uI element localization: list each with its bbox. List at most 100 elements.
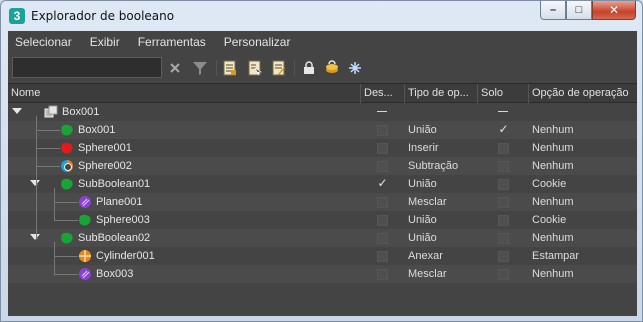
row-operation-type[interactable]: União	[408, 229, 437, 247]
disable-checkbox[interactable]	[377, 251, 388, 262]
row-operation-type[interactable]: União	[408, 121, 437, 139]
tree-row[interactable]: Box001	[8, 103, 637, 121]
app-logo-icon: 3	[9, 8, 25, 24]
tree-row[interactable]: Box001 União ✓ Nenhum	[8, 121, 637, 139]
row-name: Plane001	[96, 196, 143, 208]
minimize-button[interactable]: –	[540, 1, 566, 20]
boolean-explorer-window: 3 Explorador de booleano – □ ✕ Seleciona…	[0, 0, 643, 322]
row-name: Sphere003	[96, 214, 150, 226]
disable-checkbox[interactable]	[377, 143, 388, 154]
close-button[interactable]: ✕	[592, 1, 636, 20]
lock-icon[interactable]	[300, 59, 318, 77]
tree-row[interactable]: Sphere001 Inserir Nenhum	[8, 139, 637, 157]
green-operand-icon	[78, 213, 92, 227]
menu-ferramentas[interactable]: Ferramentas	[129, 31, 215, 53]
solo-checkbox[interactable]	[498, 197, 509, 208]
disable-checkbox[interactable]	[377, 269, 388, 280]
title-bar[interactable]: 3 Explorador de booleano – □ ✕	[1, 1, 642, 31]
row-name: SubBoolean01	[78, 178, 151, 190]
row-operation-option[interactable]: Nenhum	[532, 157, 574, 175]
disable-checkbox[interactable]	[377, 125, 388, 136]
row-operation-option[interactable]: Cookie	[532, 175, 566, 193]
row-name: Box001	[78, 124, 116, 136]
row-operation-option[interactable]: Nenhum	[532, 121, 574, 139]
row-operation-type[interactable]: Anexar	[408, 247, 443, 265]
clear-search-icon[interactable]	[166, 59, 184, 77]
window-controls: – □ ✕	[540, 1, 636, 21]
row-name: Box001	[62, 106, 100, 118]
window-title: Explorador de booleano	[31, 9, 175, 23]
solo-checkbox[interactable]	[498, 161, 509, 172]
document-list-icon[interactable]	[221, 59, 239, 77]
tree-row[interactable]: Box003 Mesclar Nenhum	[8, 265, 637, 283]
solo-checkbox[interactable]	[498, 143, 509, 154]
tree-row[interactable]: SubBoolean01 ✓ União Cookie	[8, 175, 637, 193]
row-operation-option[interactable]: Nenhum	[532, 265, 574, 283]
menu-selecionar[interactable]: Selecionar	[8, 31, 81, 53]
purple-operand-icon	[78, 195, 92, 209]
freeze-icon[interactable]	[346, 59, 364, 77]
solo-checkbox[interactable]	[498, 179, 509, 190]
tree-row[interactable]: Sphere003 União Cookie	[8, 211, 637, 229]
solo-indeterminate[interactable]	[498, 111, 508, 112]
solo-checkbox[interactable]	[498, 233, 509, 244]
disable-checkbox[interactable]	[377, 197, 388, 208]
maximize-button[interactable]: □	[566, 1, 592, 20]
column-operation-type[interactable]: Tipo de op...	[404, 84, 477, 103]
row-name: Sphere001	[78, 142, 132, 154]
row-operation-type[interactable]: União	[408, 211, 437, 229]
tree-row[interactable]: Cylinder001 Anexar Estampar	[8, 247, 637, 265]
subtract-operand-icon	[60, 159, 74, 173]
row-name: Box003	[96, 268, 134, 280]
expand-arrow-icon[interactable]	[30, 234, 40, 240]
expand-arrow-icon[interactable]	[12, 108, 22, 114]
solo-checkbox[interactable]: ✓	[498, 123, 509, 135]
row-operation-option[interactable]: Nenhum	[532, 139, 574, 157]
document-edit-icon[interactable]	[270, 59, 288, 77]
orange-attach-icon	[78, 249, 92, 263]
tree-row[interactable]: Sphere002 Subtração Nenhum	[8, 157, 637, 175]
row-name: Sphere002	[78, 160, 132, 172]
purple-operand-icon	[78, 267, 92, 281]
layers-icon[interactable]	[323, 59, 341, 77]
column-header: Nome Des... Tipo de op... Solo Opção de …	[8, 83, 637, 103]
column-operation-option[interactable]: Opção de operação	[528, 84, 637, 103]
disable-checkbox[interactable]	[377, 233, 388, 244]
row-name: Cylinder001	[96, 250, 155, 262]
menu-personalizar[interactable]: Personalizar	[215, 31, 300, 53]
green-operand-icon	[60, 231, 74, 245]
column-disable[interactable]: Des...	[360, 84, 404, 103]
expand-arrow-icon[interactable]	[30, 180, 40, 186]
document-select-icon[interactable]	[246, 59, 264, 77]
search-input[interactable]	[12, 57, 162, 78]
column-name[interactable]: Nome	[8, 84, 360, 103]
disable-checkbox[interactable]	[377, 161, 388, 172]
menu-bar: Selecionar Exibir Ferramentas Personaliz…	[8, 31, 637, 53]
row-operation-option[interactable]: Nenhum	[532, 229, 574, 247]
row-operation-type[interactable]: Mesclar	[408, 193, 447, 211]
solo-checkbox[interactable]	[498, 215, 509, 226]
tree-row[interactable]: SubBoolean02 União Nenhum	[8, 229, 637, 247]
boolean-tree-grid: Nome Des... Tipo de op... Solo Opção de …	[8, 83, 637, 316]
row-operation-type[interactable]: Mesclar	[408, 265, 447, 283]
filter-icon[interactable]	[191, 59, 209, 77]
menu-exibir[interactable]: Exibir	[81, 31, 129, 53]
column-solo[interactable]: Solo	[477, 84, 528, 103]
red-operand-icon	[60, 141, 74, 155]
green-operand-icon	[60, 123, 74, 137]
disable-indeterminate[interactable]	[377, 111, 387, 112]
row-name: SubBoolean02	[78, 232, 151, 244]
row-operation-type[interactable]: União	[408, 175, 437, 193]
row-operation-type[interactable]: Inserir	[408, 139, 439, 157]
disable-checkbox[interactable]	[377, 215, 388, 226]
toolbar	[8, 53, 637, 83]
solo-checkbox[interactable]	[498, 251, 509, 262]
tree-row[interactable]: Plane001 Mesclar Nenhum	[8, 193, 637, 211]
solo-checkbox[interactable]	[498, 269, 509, 280]
row-operation-option[interactable]: Nenhum	[532, 193, 574, 211]
row-operation-option[interactable]: Cookie	[532, 211, 566, 229]
row-operation-option[interactable]: Estampar	[532, 247, 579, 265]
row-operation-type[interactable]: Subtração	[408, 157, 458, 175]
boolean-object-icon	[44, 105, 58, 119]
disable-checkbox[interactable]: ✓	[377, 177, 388, 189]
